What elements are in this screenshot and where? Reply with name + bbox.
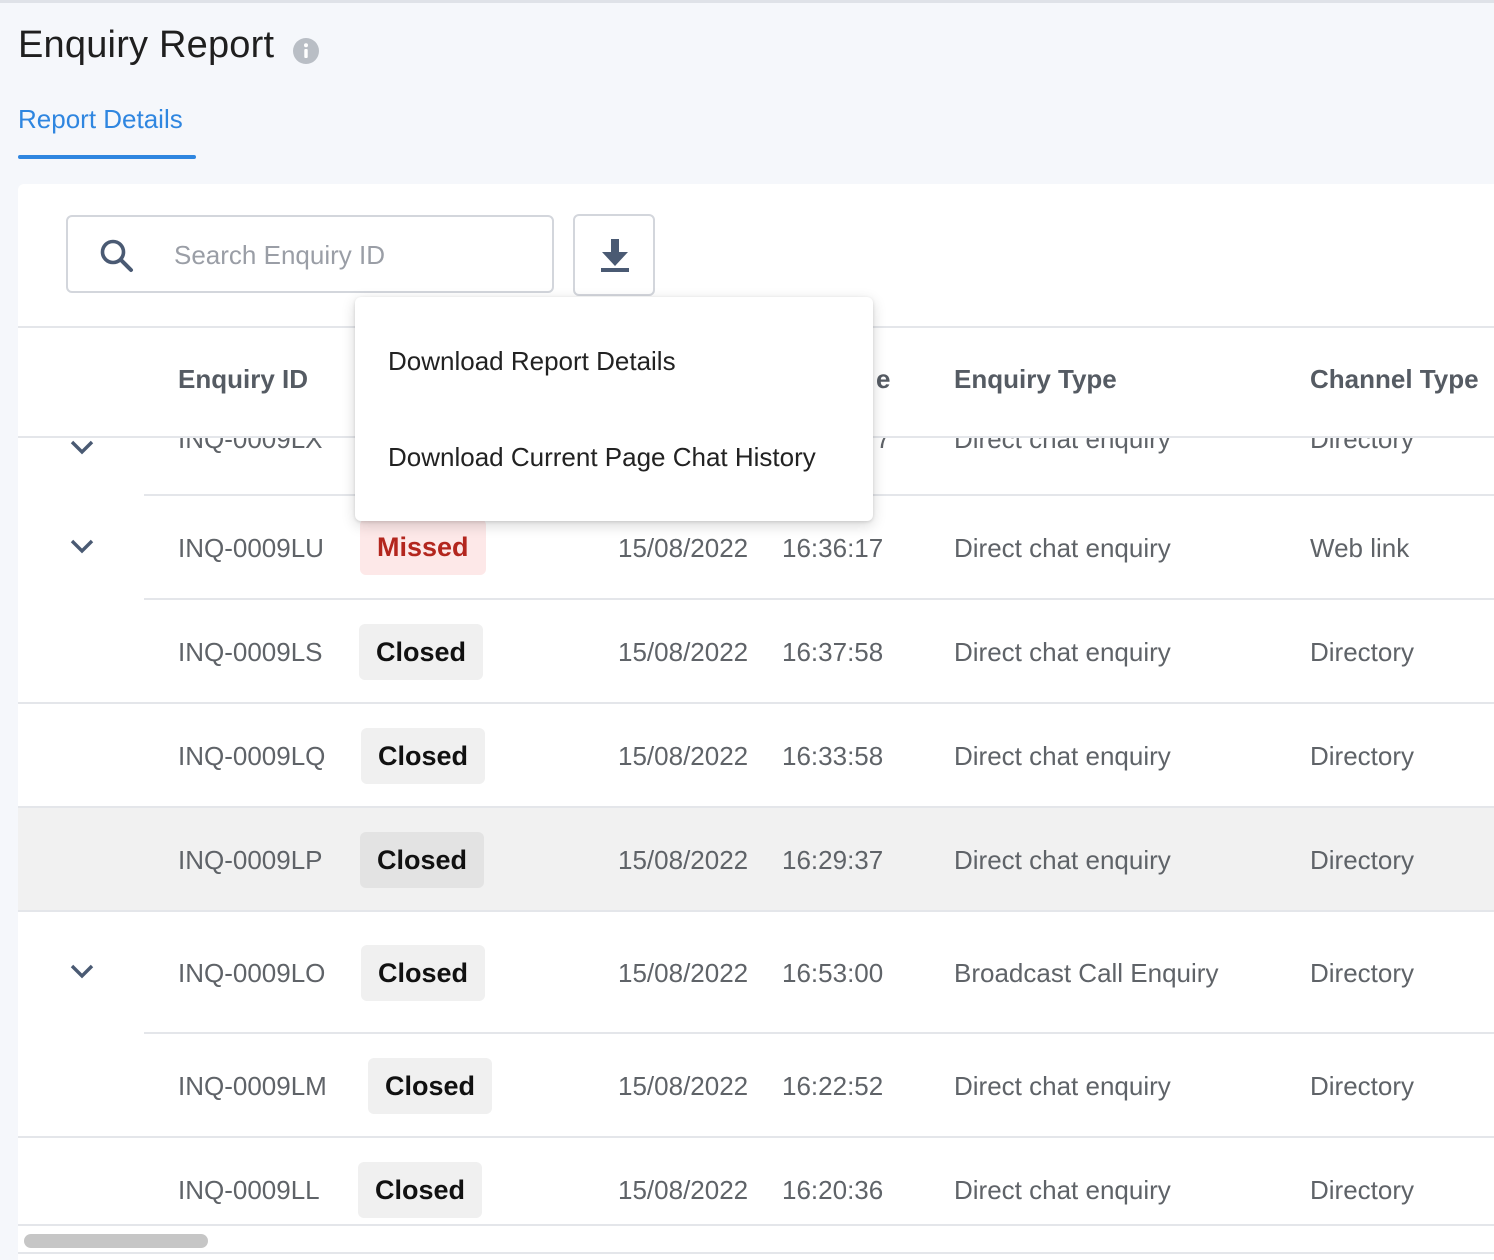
status-badge: Closed xyxy=(358,1162,483,1218)
enquiry-id: INQ-0009LO xyxy=(178,958,326,988)
enquiry-id: INQ-0009LQ xyxy=(178,741,326,771)
enquiry-type: Direct chat enquiry xyxy=(954,637,1171,667)
enquiry-date: 15/08/2022 xyxy=(618,637,749,667)
status-badge: Closed xyxy=(361,728,486,784)
enquiry-type: Direct chat enquiry xyxy=(954,1071,1171,1101)
enquiry-time: 16:33:58 xyxy=(782,741,884,771)
menu-item-download-report-details[interactable]: Download Report Details xyxy=(355,313,873,409)
enquiry-date: 15/08/2022 xyxy=(618,845,749,875)
search-input[interactable] xyxy=(172,231,536,279)
enquiry-id: INQ-0009LL xyxy=(178,1175,320,1205)
bottom-divider xyxy=(18,1252,1494,1254)
status-badge: Closed xyxy=(359,624,484,680)
enquiry-id: INQ-0009LP xyxy=(178,845,323,875)
search-box xyxy=(66,215,554,293)
table-row[interactable]: INQ-0009LS Closed 15/08/2022 16:37:58 Di… xyxy=(18,600,1494,702)
page-title: Enquiry Report xyxy=(18,24,275,66)
status-badge: Closed xyxy=(360,832,485,888)
chevron-down-icon[interactable] xyxy=(68,537,96,557)
channel-type: Directory xyxy=(1310,1071,1415,1101)
column-header-channel-type[interactable]: Channel Type xyxy=(1310,364,1479,395)
top-divider xyxy=(0,0,1494,3)
table-row[interactable]: INQ-0009LP Closed 15/08/2022 16:29:37 Di… xyxy=(18,808,1494,910)
enquiry-type: Direct chat enquiry xyxy=(954,741,1171,771)
enquiry-type: Direct chat enquiry xyxy=(954,438,1171,454)
column-header-enquiry-type[interactable]: Enquiry Type xyxy=(954,364,1117,395)
active-tab-indicator xyxy=(18,155,196,159)
download-button[interactable] xyxy=(573,214,655,296)
table-row[interactable]: INQ-0009LM Closed 15/08/2022 16:22:52 Di… xyxy=(18,1034,1494,1136)
info-icon[interactable] xyxy=(292,37,320,65)
channel-type: Directory xyxy=(1310,637,1415,667)
enquiry-time: 16:53:00 xyxy=(782,958,884,988)
status-badge: Missed xyxy=(360,519,486,575)
enquiry-time: 16:22:52 xyxy=(782,1071,884,1101)
enquiry-type: Direct chat enquiry xyxy=(954,845,1171,875)
chevron-down-icon[interactable] xyxy=(68,962,96,982)
enquiry-date: 15/08/2022 xyxy=(618,1071,749,1101)
channel-type: Directory xyxy=(1310,438,1415,454)
enquiry-type: Direct chat enquiry xyxy=(954,1175,1171,1205)
enquiry-id: INQ-0009LU xyxy=(178,533,324,563)
channel-type: Directory xyxy=(1310,845,1415,875)
status-badge: Closed xyxy=(361,945,486,1001)
enquiry-date: 15/08/2022 xyxy=(618,1175,749,1205)
table-row[interactable]: INQ-0009LO Closed 15/08/2022 16:53:00 Br… xyxy=(18,912,1494,1032)
enquiry-time: 16:20:36 xyxy=(782,1175,884,1205)
enquiry-type: Broadcast Call Enquiry xyxy=(954,958,1219,988)
enquiry-id: INQ-0009LM xyxy=(178,1071,327,1101)
enquiry-id: INQ-0009LS xyxy=(178,637,323,667)
channel-type: Web link xyxy=(1310,533,1410,563)
download-icon xyxy=(601,239,629,272)
status-badge: Closed xyxy=(368,1058,493,1114)
horizontal-scrollbar-thumb[interactable] xyxy=(24,1234,208,1248)
channel-type: Directory xyxy=(1310,741,1415,771)
channel-type: Directory xyxy=(1310,1175,1415,1205)
column-header-datetime[interactable]: e xyxy=(876,364,890,395)
channel-type: Directory xyxy=(1310,958,1415,988)
enquiry-time: 16:36:17 xyxy=(782,533,884,563)
enquiry-date: 15/08/2022 xyxy=(618,741,749,771)
download-menu: Download Report Details Download Current… xyxy=(355,297,873,521)
enquiry-id: INQ-0009LX xyxy=(178,438,323,454)
chevron-down-icon[interactable] xyxy=(68,438,96,458)
enquiry-time: 16:29:37 xyxy=(782,845,884,875)
tab-report-details[interactable]: Report Details xyxy=(18,104,196,135)
menu-item-download-chat-history[interactable]: Download Current Page Chat History xyxy=(355,409,873,505)
time-fragment: 7 xyxy=(876,438,891,454)
table-row[interactable]: INQ-0009LL Closed 15/08/2022 16:20:36 Di… xyxy=(18,1138,1494,1226)
enquiry-time: 16:37:58 xyxy=(782,637,884,667)
search-icon xyxy=(100,239,133,272)
enquiry-date: 15/08/2022 xyxy=(618,958,749,988)
column-header-enquiry-id[interactable]: Enquiry ID xyxy=(178,364,308,395)
table-row[interactable]: INQ-0009LQ Closed 15/08/2022 16:33:58 Di… xyxy=(18,704,1494,806)
enquiry-date: 15/08/2022 xyxy=(618,533,749,563)
enquiry-type: Direct chat enquiry xyxy=(954,533,1171,563)
